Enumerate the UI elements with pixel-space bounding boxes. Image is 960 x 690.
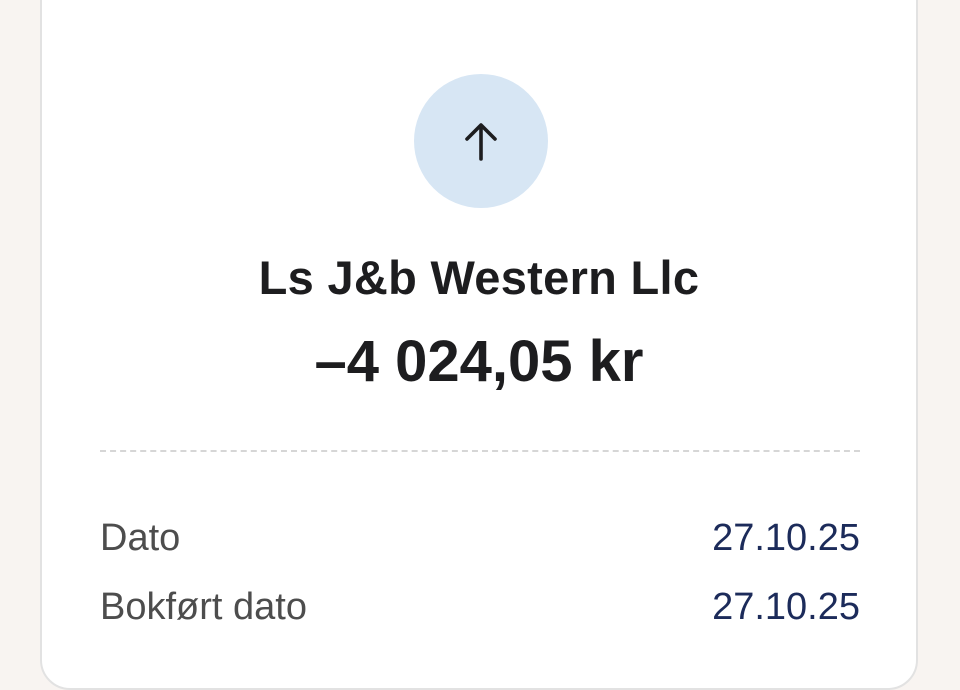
transaction-detail-card: Ls J&b Western Llc –4 024,05 kr Dato 27.… <box>40 0 918 690</box>
detail-value: 27.10.25 <box>712 516 860 559</box>
detail-label: Dato <box>100 516 181 559</box>
detail-value: 27.10.25 <box>712 585 860 628</box>
dashed-divider <box>100 450 860 452</box>
transaction-amount: –4 024,05 kr <box>314 329 644 394</box>
detail-label: Bokført dato <box>100 585 307 628</box>
arrow-up-icon <box>465 123 497 161</box>
merchant-name: Ls J&b Western Llc <box>258 251 700 304</box>
detail-row-date: Dato 27.10.25 <box>100 513 860 563</box>
transaction-type-badge <box>414 74 548 208</box>
detail-row-booked-date: Bokført dato 27.10.25 <box>100 582 860 632</box>
